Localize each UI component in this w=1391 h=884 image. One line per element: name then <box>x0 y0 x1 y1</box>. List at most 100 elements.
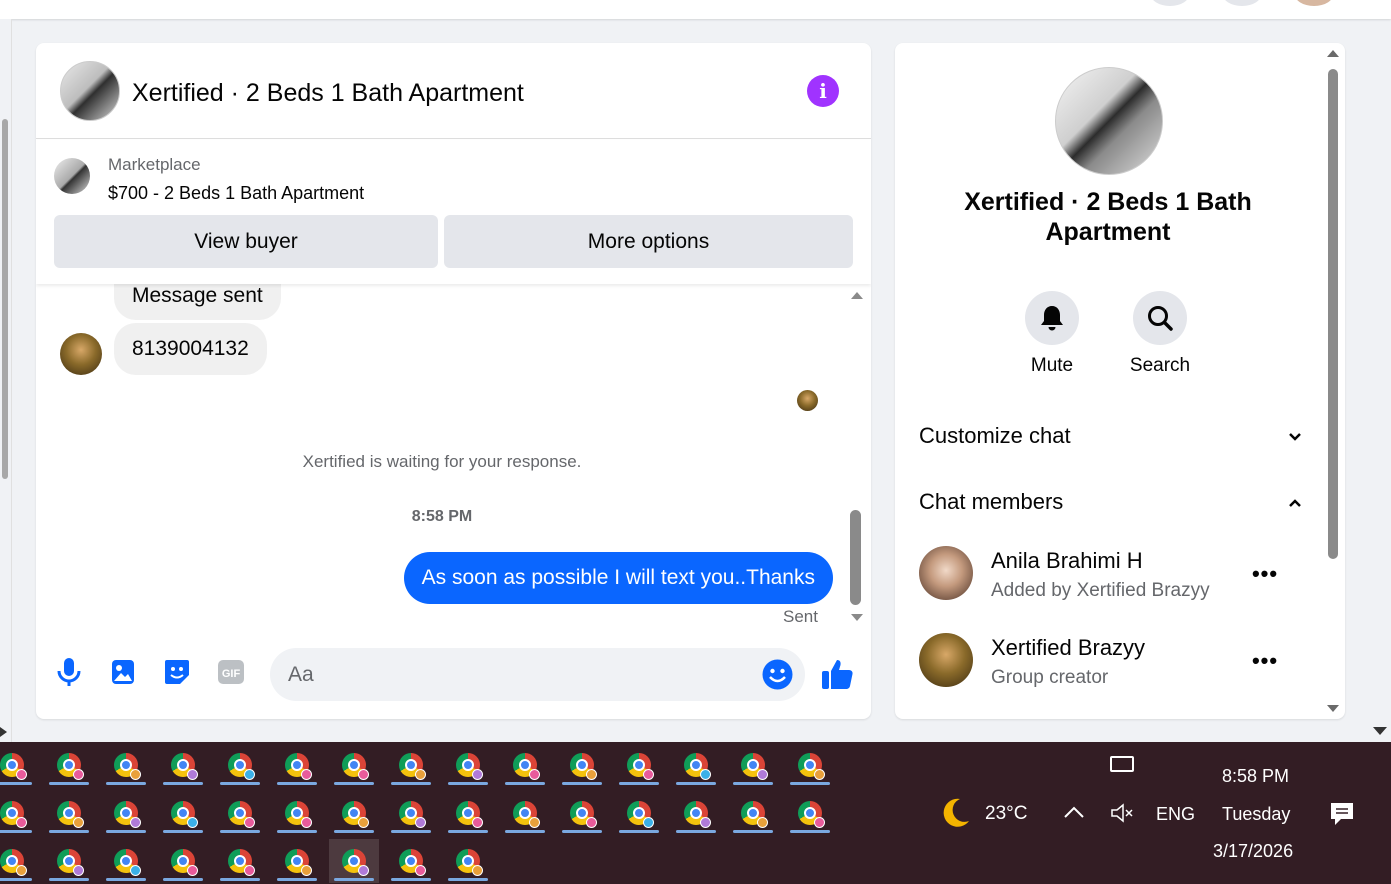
search-icon[interactable] <box>1133 291 1187 345</box>
chrome-taskbar-button[interactable] <box>0 743 37 787</box>
message-input[interactable] <box>270 648 805 701</box>
member-name[interactable]: Anila Brahimi H <box>991 548 1143 574</box>
chrome-taskbar-button[interactable] <box>500 791 550 835</box>
chrome-taskbar-button[interactable] <box>614 743 664 787</box>
chrome-taskbar-button[interactable] <box>386 839 436 883</box>
chrome-taskbar-button[interactable] <box>272 839 322 883</box>
chat-title[interactable]: Xertified · 2 Beds 1 Bath Apartment <box>132 79 524 108</box>
more-options-icon[interactable]: ••• <box>1249 645 1281 677</box>
scroll-up-arrow[interactable] <box>851 292 863 299</box>
chrome-taskbar-button[interactable] <box>443 839 493 883</box>
bell-icon[interactable] <box>1025 291 1079 345</box>
chrome-taskbar-button[interactable] <box>443 743 493 787</box>
customize-chat-section[interactable]: Customize chat <box>919 423 1305 449</box>
member-name[interactable]: Xertified Brazyy <box>991 635 1145 661</box>
scrollbar-thumb[interactable] <box>850 510 861 605</box>
messages-scrollbar[interactable] <box>848 284 864 629</box>
scroll-down-arrow[interactable] <box>1327 705 1339 712</box>
chrome-icon <box>285 849 312 876</box>
chrome-taskbar-button[interactable] <box>329 791 379 835</box>
chevron-down-icon[interactable] <box>1285 427 1305 447</box>
notification-icon[interactable] <box>1328 800 1356 828</box>
taskbar-time[interactable]: 8:58 PM <box>1222 766 1289 787</box>
details-scrollbar[interactable] <box>1324 43 1342 719</box>
chrome-taskbar-button[interactable] <box>101 839 151 883</box>
message-bubble-phone[interactable]: 8139004132 <box>114 323 267 375</box>
chrome-taskbar-button[interactable] <box>443 791 493 835</box>
scroll-up-arrow[interactable] <box>1327 50 1339 57</box>
chrome-taskbar-button[interactable] <box>215 791 265 835</box>
chrome-taskbar-button[interactable] <box>215 839 265 883</box>
chrome-taskbar-button[interactable] <box>614 791 664 835</box>
chrome-taskbar-button[interactable] <box>0 839 37 883</box>
gif-icon[interactable]: GIF <box>216 657 246 687</box>
scrollbar-thumb[interactable] <box>1328 69 1338 559</box>
outgoing-message-bubble[interactable]: As soon as possible I will text you..Tha… <box>403 552 833 604</box>
language-indicator[interactable]: ENG <box>1156 804 1195 825</box>
chrome-taskbar-button[interactable] <box>785 791 835 835</box>
member-row[interactable]: Anila Brahimi H Added by Xertified Brazy… <box>919 546 1305 606</box>
mute-action[interactable]: Mute <box>1002 291 1102 377</box>
chrome-icon <box>627 753 654 780</box>
page-scroll-left-arrow[interactable] <box>0 727 7 737</box>
chrome-taskbar-button[interactable] <box>44 743 94 787</box>
chrome-taskbar-button[interactable] <box>728 743 778 787</box>
chrome-taskbar-button[interactable] <box>329 839 379 883</box>
listing-avatar[interactable] <box>60 61 120 121</box>
chrome-taskbar-button[interactable] <box>158 791 208 835</box>
chrome-taskbar-button[interactable] <box>101 743 151 787</box>
photo-icon[interactable] <box>108 657 138 687</box>
sender-avatar[interactable] <box>60 333 102 375</box>
chrome-taskbar-button[interactable] <box>329 743 379 787</box>
chrome-taskbar-button[interactable] <box>386 791 436 835</box>
chevron-up-icon[interactable] <box>1285 493 1305 513</box>
member-row[interactable]: Xertified Brazyy Group creator ••• <box>919 633 1305 693</box>
chrome-taskbar-button[interactable] <box>500 743 550 787</box>
weather-temperature[interactable]: 23°C <box>985 803 1027 825</box>
chrome-taskbar-button[interactable] <box>785 743 835 787</box>
info-icon[interactable]: i <box>807 75 839 107</box>
menu-icon[interactable] <box>1150 0 1190 6</box>
profile-avatar[interactable] <box>1294 0 1334 6</box>
chrome-taskbar-button[interactable] <box>158 839 208 883</box>
chrome-taskbar-button[interactable] <box>671 743 721 787</box>
chrome-taskbar-button[interactable] <box>557 791 607 835</box>
view-buyer-button[interactable]: View buyer <box>54 215 438 268</box>
chrome-taskbar-button[interactable] <box>101 791 151 835</box>
chrome-taskbar-button[interactable] <box>44 839 94 883</box>
moon-weather-icon[interactable] <box>938 796 972 830</box>
battery-icon[interactable] <box>1110 756 1134 772</box>
chrome-taskbar-button[interactable] <box>557 743 607 787</box>
chrome-taskbar-button[interactable] <box>272 791 322 835</box>
page-scroll-down-arrow[interactable] <box>1373 727 1387 735</box>
member-avatar[interactable] <box>919 633 973 687</box>
chrome-icon <box>741 801 768 828</box>
taskbar-day[interactable]: Tuesday <box>1222 804 1290 825</box>
listing-title[interactable]: $700 - 2 Beds 1 Bath Apartment <box>108 183 364 204</box>
details-avatar[interactable] <box>1055 67 1163 175</box>
more-options-button[interactable]: More options <box>444 215 853 268</box>
microphone-icon[interactable] <box>54 657 84 687</box>
sticker-icon[interactable] <box>162 657 192 687</box>
left-scrollbar-thumb[interactable] <box>2 119 8 479</box>
more-options-icon[interactable]: ••• <box>1249 558 1281 590</box>
chat-members-section[interactable]: Chat members <box>919 489 1305 515</box>
scroll-down-arrow[interactable] <box>851 614 863 621</box>
thumbs-up-icon[interactable] <box>819 656 855 692</box>
search-action[interactable]: Search <box>1110 291 1210 377</box>
emoji-icon[interactable] <box>762 659 793 690</box>
chrome-taskbar-button[interactable] <box>0 791 37 835</box>
listing-thumbnail[interactable] <box>54 158 90 194</box>
chrome-taskbar-button[interactable] <box>215 743 265 787</box>
chrome-taskbar-button[interactable] <box>671 791 721 835</box>
chevron-up-icon[interactable] <box>1063 804 1085 820</box>
taskbar-date[interactable]: 3/17/2026 <box>1213 841 1293 862</box>
chrome-taskbar-button[interactable] <box>386 743 436 787</box>
chrome-taskbar-button[interactable] <box>44 791 94 835</box>
chrome-taskbar-button[interactable] <box>728 791 778 835</box>
chrome-taskbar-button[interactable] <box>158 743 208 787</box>
member-avatar[interactable] <box>919 546 973 600</box>
volume-muted-icon[interactable] <box>1110 802 1134 824</box>
messenger-icon[interactable] <box>1222 0 1262 6</box>
chrome-taskbar-button[interactable] <box>272 743 322 787</box>
